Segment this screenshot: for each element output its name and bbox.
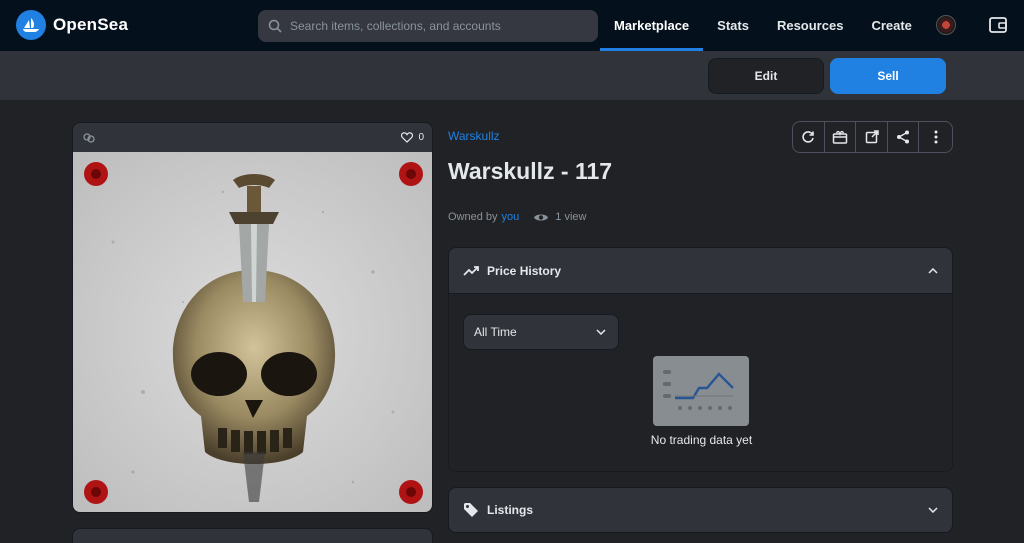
top-navbar: OpenSea Marketplace Stats Resources Crea… [0, 0, 1024, 51]
open-external-icon [865, 130, 879, 144]
no-trading-data-text: No trading data yet [650, 433, 753, 447]
asset-description-card [72, 528, 433, 543]
collection-link[interactable]: Warskullz [448, 129, 500, 143]
price-history-title: Price History [487, 263, 562, 278]
profile-avatar[interactable] [936, 15, 956, 35]
asset-image-card: 0 [72, 122, 433, 513]
view-count: 1 view [533, 211, 586, 223]
owner-link[interactable]: you [502, 211, 520, 223]
sell-button[interactable]: Sell [830, 58, 946, 94]
favorite-control[interactable]: 0 [401, 132, 424, 143]
asset-toolbar [792, 121, 953, 153]
search-icon [268, 19, 282, 33]
asset-card-header: 0 [73, 123, 432, 152]
listings-panel-header[interactable]: Listings [448, 487, 953, 533]
price-history-body: All Time No trading data yet [449, 294, 952, 471]
search-bar[interactable] [258, 10, 598, 42]
listings-title-group: Listings [463, 502, 533, 518]
empty-chart-illustration [653, 356, 749, 426]
price-history-header[interactable]: Price History [449, 248, 952, 294]
more-options-button[interactable] [919, 122, 952, 152]
brand-name: OpenSea [53, 15, 129, 34]
listings-title: Listings [487, 503, 534, 517]
time-range-value: All Time [474, 325, 517, 339]
search-input[interactable] [290, 19, 580, 33]
owner-action-bar: Edit Sell [0, 51, 1024, 100]
nft-artwork-image[interactable] [73, 152, 433, 513]
opensea-logo[interactable]: OpenSea [16, 10, 128, 40]
transfer-icon [832, 130, 848, 144]
trending-up-icon [463, 265, 479, 276]
refresh-button[interactable] [793, 122, 825, 152]
share-button[interactable] [888, 122, 920, 152]
nav-links: Marketplace Stats Resources Create [600, 0, 926, 51]
nav-stats[interactable]: Stats [703, 0, 763, 51]
heart-icon [401, 132, 414, 143]
view-count-text: 1 view [555, 211, 587, 223]
nav-resources[interactable]: Resources [763, 0, 857, 51]
share-icon [897, 130, 910, 144]
tag-icon [464, 503, 478, 517]
chevron-up-icon[interactable] [928, 267, 938, 274]
owned-by-label: Owned by [448, 211, 498, 223]
blockchain-icon[interactable] [83, 132, 95, 143]
nav-marketplace[interactable]: Marketplace [600, 0, 704, 51]
nav-create[interactable]: Create [857, 0, 925, 51]
opensea-logo-icon [16, 10, 46, 40]
favorite-count: 0 [418, 132, 424, 143]
chevron-down-icon[interactable] [928, 507, 938, 513]
time-range-select[interactable]: All Time [463, 314, 619, 350]
price-history-panel: Price History All Time No trading data y… [448, 247, 953, 472]
chevron-down-icon [596, 329, 606, 335]
refresh-icon [802, 131, 815, 143]
more-icon [934, 130, 938, 144]
transfer-button[interactable] [825, 122, 857, 152]
price-history-title-group: Price History [463, 264, 561, 278]
asset-title: Warskullz - 117 [448, 158, 613, 184]
owner-info: Owned by you 1 view [448, 211, 586, 223]
open-external-button[interactable] [856, 122, 888, 152]
edit-button[interactable]: Edit [708, 58, 824, 94]
eye-icon [534, 214, 549, 220]
wallet-icon[interactable] [988, 15, 1008, 35]
